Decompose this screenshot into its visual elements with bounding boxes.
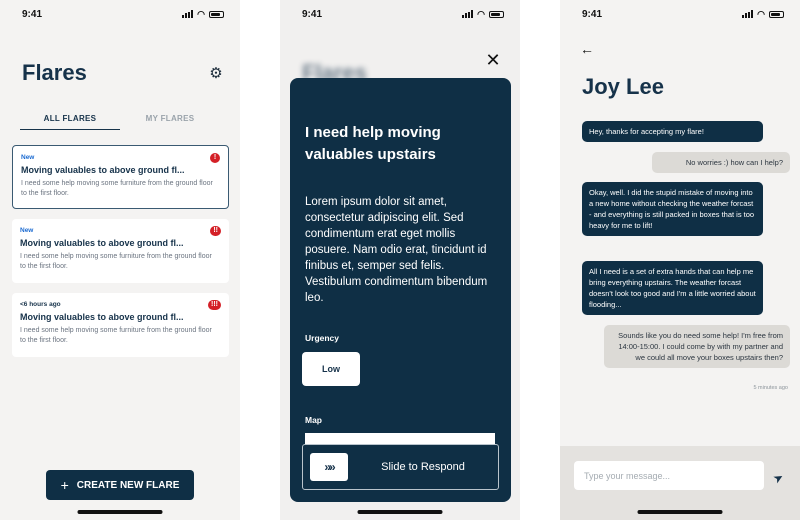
slider-handle-chevrons-icon[interactable]: »» — [310, 453, 348, 481]
message-bubble-received: Hey, thanks for accepting my flare! — [582, 121, 763, 142]
home-indicator — [77, 510, 163, 514]
flare-detail-body: Lorem ipsum dolor sit amet, consectetur … — [305, 196, 488, 304]
back-arrow-icon[interactable]: ← — [580, 42, 594, 56]
status-icons: ◠ — [742, 9, 784, 20]
wifi-icon: ◠ — [477, 8, 485, 19]
close-icon[interactable]: ✕ — [485, 51, 501, 69]
settings-gear-icon[interactable]: ⚙ — [208, 66, 224, 82]
battery-icon — [209, 10, 224, 18]
status-icons: ◠ — [182, 9, 224, 20]
slider-label: Slide to Respond — [381, 461, 465, 473]
wifi-icon: ◠ — [197, 8, 205, 19]
chat-screen: 9:41 ◠ ← Joy Lee Hey, thanks for accepti… — [560, 0, 800, 520]
flare-title: Moving valuables to above ground fl... — [20, 238, 184, 248]
status-time: 9:41 — [22, 8, 43, 20]
status-time: 9:41 — [302, 8, 323, 20]
status-bar: 9:41 ◠ — [560, 0, 800, 28]
home-indicator — [637, 510, 723, 514]
chat-contact-name: Joy Lee — [582, 74, 664, 99]
status-bar: 9:41 ◠ — [280, 0, 520, 28]
flare-title: Moving valuables to above ground fl... — [21, 165, 185, 175]
flare-description: I need some help moving some furniture f… — [20, 327, 212, 344]
flare-card[interactable]: New Moving valuables to above ground fl.… — [12, 219, 229, 283]
screens-stage: 9:41 ◠ Flares ⚙ ALL FLARES MY FLARES New… — [0, 0, 800, 520]
flare-meta: New — [20, 227, 34, 234]
tab-my-flares[interactable]: MY FLARES — [120, 112, 220, 130]
flares-list-screen: 9:41 ◠ Flares ⚙ ALL FLARES MY FLARES New… — [0, 0, 240, 520]
urgency-value-button[interactable]: Low — [302, 352, 360, 386]
send-icon[interactable]: ➤ — [770, 467, 789, 486]
flare-description: I need some help moving some furniture f… — [21, 180, 213, 197]
flare-detail-title: I need help moving valuables upstairs — [305, 124, 441, 163]
battery-icon — [489, 10, 504, 18]
message-bubble-received: Okay, well. I did the stupid mistake of … — [582, 182, 763, 236]
wifi-icon: ◠ — [757, 8, 765, 19]
flare-detail-modal: I need help moving valuables upstairs Lo… — [290, 78, 511, 502]
flare-tabs: ALL FLARES MY FLARES — [20, 112, 220, 130]
plus-icon: + — [60, 477, 69, 493]
create-new-flare-button[interactable]: + CREATE NEW FLARE — [46, 470, 194, 500]
message-composer: ➤ — [560, 446, 800, 520]
urgency-alert-icon: ! — [210, 153, 220, 163]
home-indicator — [357, 510, 443, 514]
flare-card[interactable]: New Moving valuables to above ground fl.… — [12, 145, 229, 209]
flare-detail-screen: 9:41 ◠ Flares ✕ I need help moving valua… — [280, 0, 520, 520]
message-bubble-sent: Sounds like you do need some help! I'm f… — [604, 325, 790, 368]
flare-card[interactable]: <6 hours ago Moving valuables to above g… — [12, 293, 229, 357]
status-bar: 9:41 ◠ — [0, 0, 240, 28]
message-bubble-received: All I need is a set of extra hands that … — [582, 261, 763, 315]
map-label: Map — [305, 415, 322, 425]
page-title: Flares — [22, 60, 87, 85]
signal-icon — [462, 10, 474, 18]
status-icons: ◠ — [462, 9, 504, 20]
message-input[interactable] — [574, 461, 764, 490]
slide-to-respond-slider[interactable]: »» Slide to Respond — [302, 444, 499, 490]
signal-icon — [182, 10, 194, 18]
flare-description: I need some help moving some furniture f… — [20, 253, 212, 270]
tab-all-flares[interactable]: ALL FLARES — [20, 112, 120, 130]
message-timestamp: 5 minutes ago — [753, 385, 788, 391]
urgency-alert-icon: !! — [210, 226, 221, 236]
signal-icon — [742, 10, 754, 18]
flare-meta: <6 hours ago — [20, 301, 61, 308]
create-button-label: CREATE NEW FLARE — [76, 479, 180, 491]
message-bubble-sent: No worries :) how can I help? — [652, 152, 790, 173]
flare-title: Moving valuables to above ground fl... — [20, 312, 184, 322]
battery-icon — [769, 10, 784, 18]
status-time: 9:41 — [582, 8, 603, 20]
urgency-label: Urgency — [305, 333, 340, 343]
flare-meta: New — [21, 154, 35, 161]
urgency-alert-icon: !!! — [208, 300, 221, 310]
